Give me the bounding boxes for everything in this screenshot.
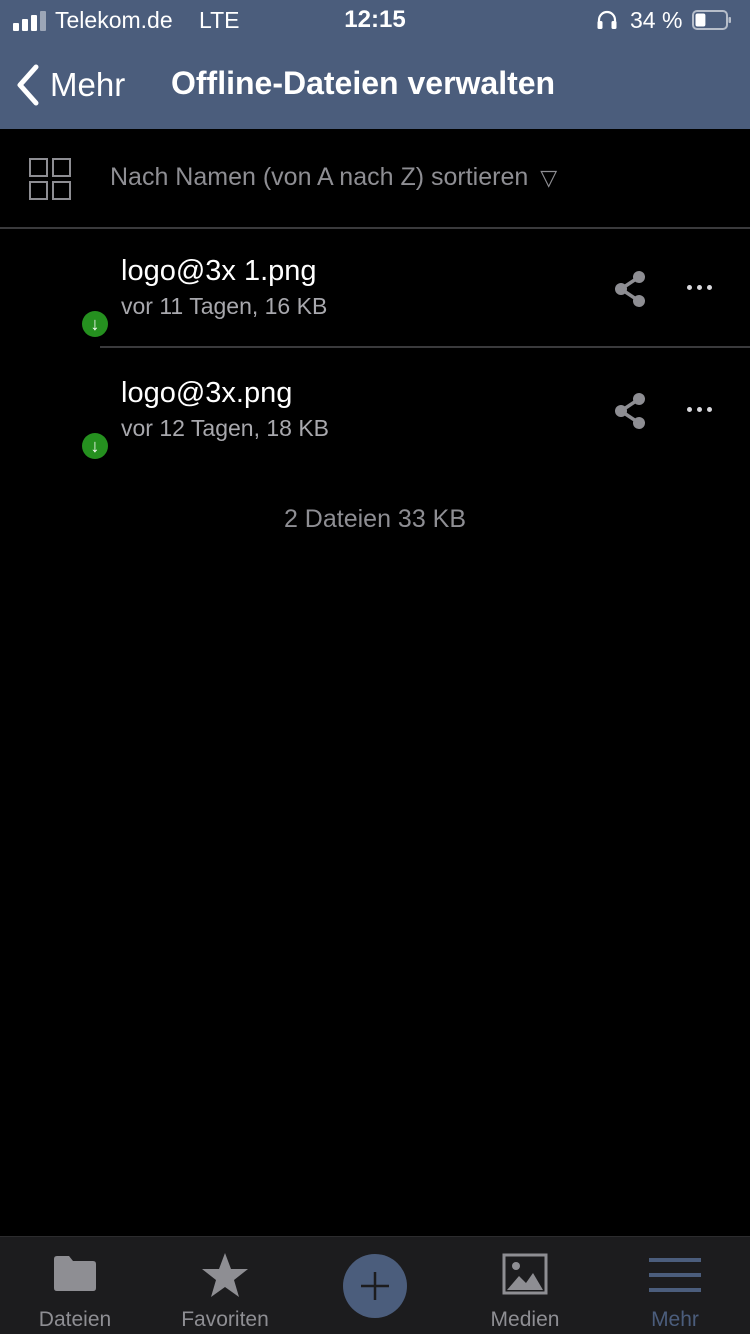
back-button[interactable]: Mehr — [14, 60, 125, 110]
tab-label: Dateien — [38, 1308, 112, 1331]
offline-download-icon: ↓ — [82, 433, 108, 459]
grid-view-icon[interactable] — [28, 157, 72, 201]
file-row[interactable]: logo@3x.png vor 12 Tagen, 18 KB ↓ — [0, 351, 750, 471]
tab-label: Favoriten — [181, 1308, 269, 1331]
tab-bar: Dateien Favoriten Medien Mehr — [0, 1236, 750, 1334]
folder-icon — [54, 1256, 96, 1291]
triangle-down-icon: ▽ — [540, 165, 558, 190]
tab-medien[interactable]: Medien — [450, 1237, 600, 1334]
page-title: Offline-Dateien verwalten — [171, 65, 556, 101]
battery-icon — [692, 10, 731, 30]
battery-percentage: 34 % — [630, 7, 683, 33]
file-row[interactable]: logo@3x 1.png vor 11 Tagen, 16 KB ↓ — [0, 229, 750, 349]
tab-label: Medien — [490, 1308, 560, 1331]
more-options-icon[interactable] — [682, 275, 718, 299]
more-options-icon[interactable] — [682, 397, 718, 421]
divider — [100, 346, 750, 348]
star-icon — [202, 1253, 248, 1297]
file-meta: vor 11 Tagen, 16 KB — [121, 293, 328, 319]
status-bar: Telekom.de LTE 12:15 34 % — [0, 0, 750, 42]
tab-label: Mehr — [651, 1308, 699, 1331]
tab-dateien[interactable]: Dateien — [0, 1237, 150, 1334]
file-name: logo@3x 1.png — [121, 255, 317, 287]
add-button[interactable] — [343, 1254, 407, 1318]
screen: Telekom.de LTE 12:15 34 % Mehr Offline-D… — [0, 0, 750, 1334]
offline-download-icon: ↓ — [82, 311, 108, 337]
share-icon[interactable] — [610, 391, 650, 431]
sort-toolbar: Nach Namen (von A nach Z) sortieren ▽ — [0, 129, 750, 229]
files-summary: 2 Dateien 33 KB — [283, 505, 467, 533]
tab-favoriten[interactable]: Favoriten — [150, 1237, 300, 1334]
file-name: logo@3x.png — [121, 377, 293, 409]
share-icon[interactable] — [610, 269, 650, 309]
chevron-left-icon — [17, 64, 39, 106]
navigation-bar: Mehr Offline-Dateien verwalten — [0, 42, 750, 129]
image-icon — [502, 1253, 548, 1295]
header: Telekom.de LTE 12:15 34 % Mehr Offline-D… — [0, 0, 750, 129]
sort-order-select[interactable]: Nach Namen (von A nach Z) sortieren ▽ — [110, 163, 557, 192]
tab-mehr[interactable]: Mehr — [600, 1237, 750, 1334]
plus-icon — [361, 1272, 389, 1300]
file-meta: vor 12 Tagen, 18 KB — [121, 415, 329, 441]
sort-label: Nach Namen (von A nach Z) sortieren — [110, 163, 529, 191]
headphones-icon — [597, 10, 617, 29]
back-button-label: Mehr — [50, 66, 126, 103]
menu-icon — [649, 1258, 701, 1292]
